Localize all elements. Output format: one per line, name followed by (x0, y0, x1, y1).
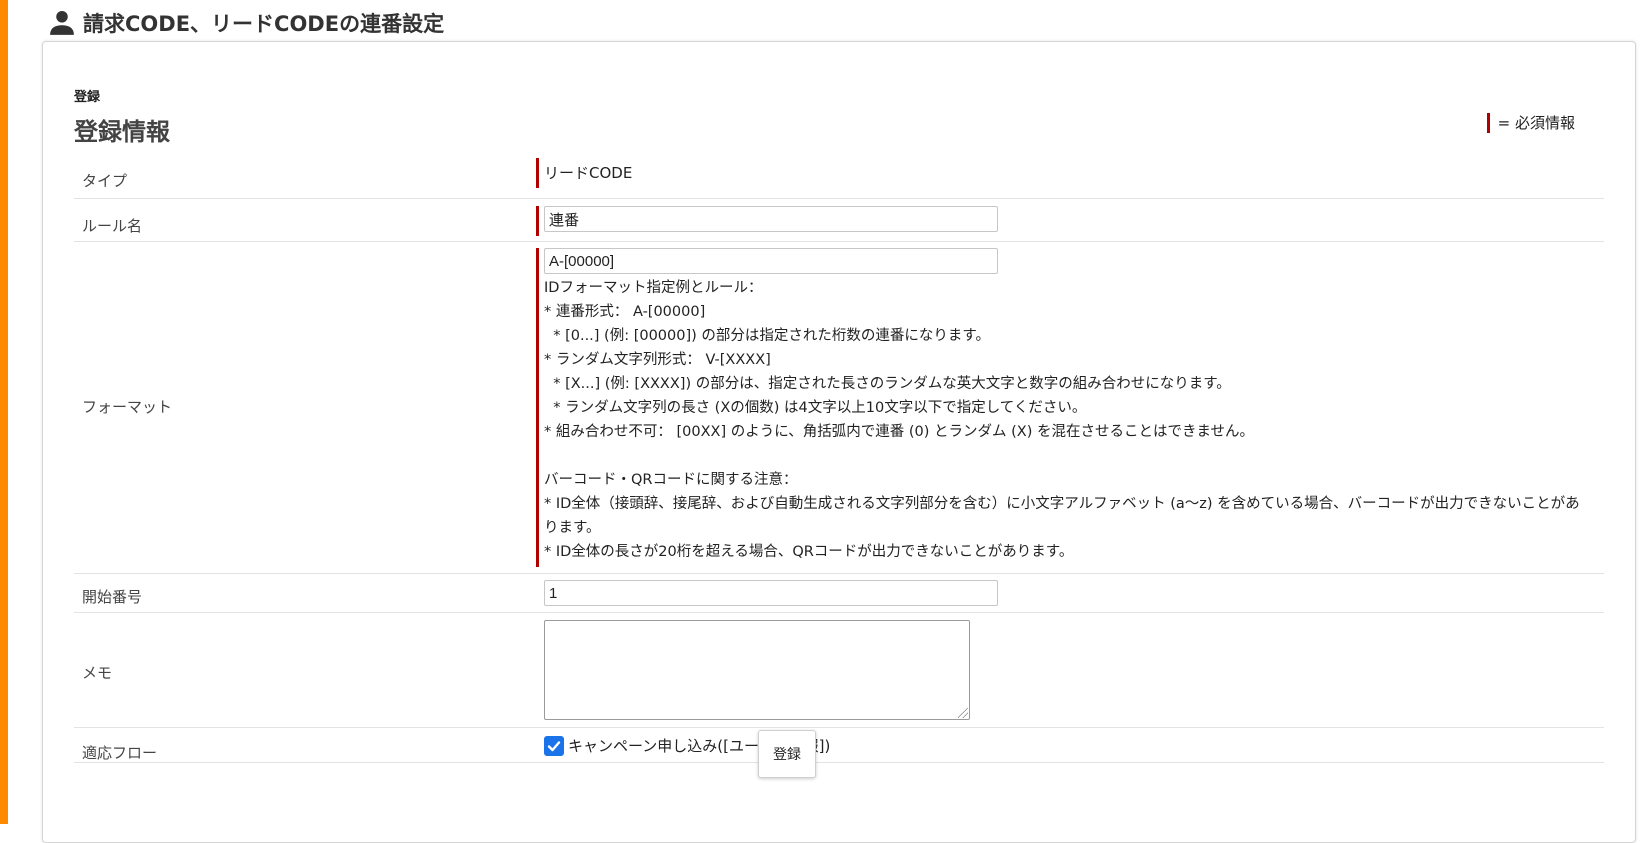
help-line: * 組み合わせ不可： [00XX] のように、角括弧内で連番 (0) とランダム… (544, 424, 1255, 440)
start-number-input-value: 1 (549, 584, 558, 602)
page-header: 請求CODE、リードCODEの連番設定 (47, 6, 444, 40)
form-row-start-number: 開始番号 1 (74, 574, 1604, 613)
form-row-rule-name: ルール名 連番 (74, 199, 1604, 242)
section-title: 登録情報 (74, 118, 170, 146)
page-title: 請求CODE、リードCODEの連番設定 (83, 12, 445, 36)
help-line: * [X...] (例: [XXXX]) の部分は、指定された長さのランダムな英… (544, 376, 1231, 392)
rule-name-field-wrap: 連番 (536, 206, 998, 236)
required-mark (1486, 112, 1490, 133)
memo-field-wrap (536, 620, 970, 720)
format-label: フォーマット (82, 398, 173, 416)
format-help-text: IDフォーマット指定例とルール： * 連番形式： A-[00000] * [0.… (544, 276, 1592, 564)
required-legend-text: = 必須情報 (1497, 114, 1575, 132)
form-row-type: タイプ リードCODE (74, 156, 1604, 199)
left-accent-bar (0, 0, 8, 824)
required-legend: = 必須情報 (1486, 112, 1575, 133)
help-line: * ランダム文字列形式： V-[XXXX] (544, 352, 771, 368)
help-line: ​ (544, 444, 1592, 468)
card-small-label: 登録 (74, 90, 101, 105)
format-field-wrap: A-[00000] IDフォーマット指定例とルール： * 連番形式： A-[00… (536, 248, 1592, 567)
rule-name-input-value: 連番 (549, 211, 580, 229)
start-number-label: 開始番号 (82, 588, 143, 606)
help-line: * 連番形式： A-[00000] (544, 304, 706, 320)
start-number-input[interactable]: 1 (544, 580, 998, 606)
help-line: * ランダム文字列の長さ (Xの個数) は4文字以上10文字以下で指定してくださ… (544, 400, 1087, 416)
register-button[interactable]: 登録 (758, 730, 816, 778)
start-number-field-wrap: 1 (536, 580, 998, 606)
format-input[interactable]: A-[00000] (544, 248, 998, 274)
registration-card: 登録 登録情報 = 必須情報 タイプ リードCODE ルール名 連番 フォーマッ… (42, 41, 1636, 843)
help-line: IDフォーマット指定例とルール： (544, 280, 763, 296)
help-line: * ID全体の長さが20桁を超える場合、QRコードが出力できないことがあります。 (544, 544, 1074, 560)
form-row-memo: メモ (74, 613, 1604, 728)
form-row-format: フォーマット A-[00000] IDフォーマット指定例とルール： * 連番形式… (74, 242, 1604, 574)
user-icon (50, 11, 74, 35)
help-line: * ID全体（接頭辞、接尾辞、および自動生成される文字列部分を含む）に小文字アル… (544, 496, 1580, 536)
register-button-label: 登録 (773, 747, 801, 763)
resize-grip-icon[interactable] (958, 708, 968, 718)
flow-checkbox[interactable] (544, 735, 564, 756)
type-value: リードCODE (536, 158, 632, 188)
flow-label: 適応フロー (82, 744, 158, 762)
rule-name-input[interactable]: 連番 (544, 206, 998, 232)
registration-form: タイプ リードCODE ルール名 連番 フォーマット A-[00000] IDフ… (74, 156, 1604, 763)
form-row-flow: 適応フロー キャンペーン申し込み([ユーザー情報]) (74, 728, 1604, 763)
rule-name-label: ルール名 (82, 217, 143, 235)
format-input-value: A-[00000] (549, 252, 615, 270)
memo-label: メモ (82, 664, 113, 682)
help-line: バーコード・QRコードに関する注意： (544, 472, 798, 488)
help-line: * [0...] (例: [00000]) の部分は指定された桁数の連番になりま… (544, 328, 990, 344)
checkmark-icon (547, 740, 561, 751)
type-label: タイプ (82, 172, 128, 190)
memo-textarea[interactable] (544, 620, 970, 720)
